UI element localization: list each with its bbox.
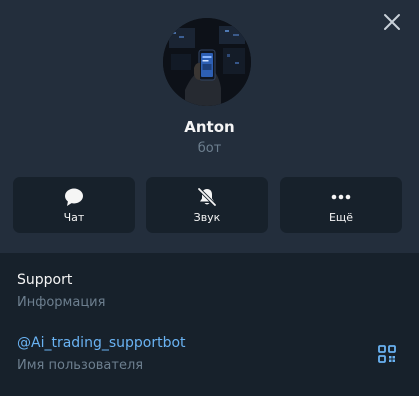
more-dots-icon — [331, 194, 351, 200]
bell-muted-icon — [197, 187, 217, 207]
profile-panel: Anton бот Чат Звук Ещё Support Информаци… — [0, 0, 419, 396]
chat-button-label: Чат — [63, 211, 85, 224]
close-button[interactable] — [380, 10, 404, 34]
username-caption: Имя пользователя — [17, 358, 144, 373]
username-link[interactable]: @Ai_trading_supportbot — [17, 335, 186, 351]
chat-button[interactable]: Чат — [13, 177, 135, 233]
avatar[interactable] — [163, 18, 251, 106]
profile-name: Anton — [184, 118, 235, 136]
close-icon — [384, 14, 400, 30]
chat-bubble-icon — [65, 188, 83, 206]
profile-header: Anton бот Чат Звук Ещё — [0, 0, 419, 253]
more-button[interactable]: Ещё — [280, 177, 402, 233]
avatar-image — [163, 18, 251, 106]
profile-subtitle: бот — [197, 141, 222, 156]
qr-code-button[interactable] — [377, 344, 397, 364]
qr-code-icon — [378, 345, 396, 363]
about-caption: Информация — [17, 295, 106, 310]
about-value: Support — [17, 272, 73, 288]
more-button-label: Ещё — [328, 211, 354, 224]
sound-button[interactable]: Звук — [146, 177, 268, 233]
sound-button-label: Звук — [193, 211, 221, 224]
